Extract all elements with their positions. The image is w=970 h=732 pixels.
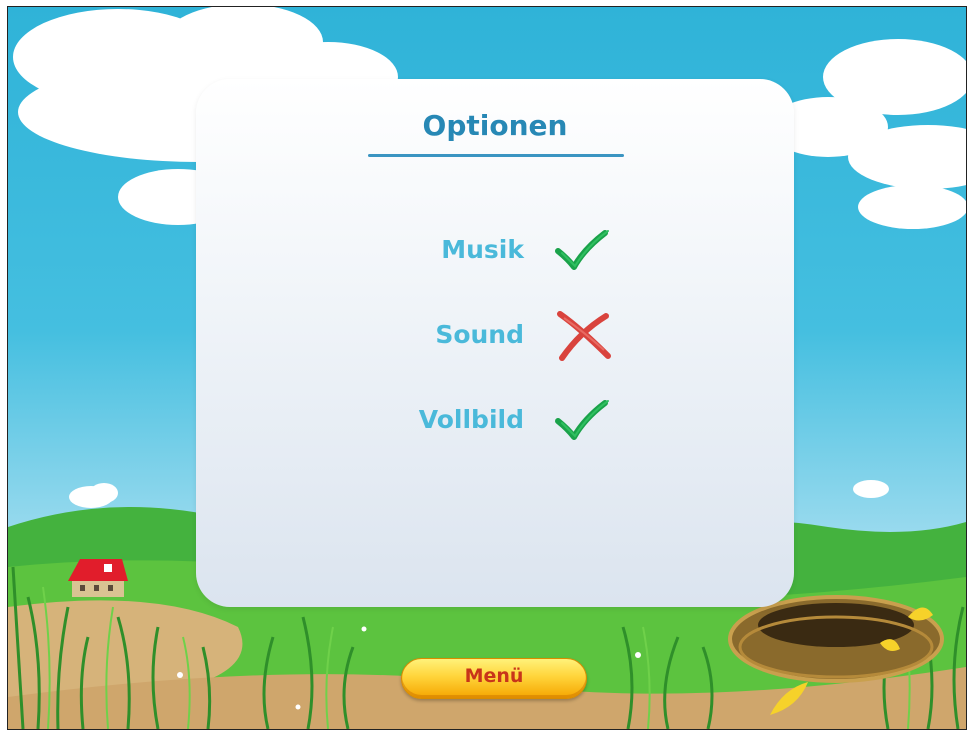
menu-button[interactable]: Menü — [401, 658, 587, 699]
option-row-vollbild: Vollbild — [196, 391, 794, 451]
option-row-sound: Sound — [196, 306, 794, 366]
sound-toggle[interactable] — [550, 306, 620, 366]
title-underline — [368, 154, 624, 157]
option-label-vollbild: Vollbild — [418, 405, 524, 434]
menu-button-label: Menü — [464, 665, 524, 687]
musik-toggle[interactable] — [550, 221, 620, 281]
vollbild-toggle[interactable] — [550, 391, 620, 451]
cross-icon — [557, 311, 611, 361]
option-label-sound: Sound — [435, 320, 524, 349]
checkmark-icon — [555, 230, 609, 270]
option-row-musik: Musik — [196, 221, 794, 281]
options-title: Optionen — [422, 109, 568, 142]
checkmark-icon — [555, 400, 609, 440]
option-label-musik: Musik — [441, 235, 524, 264]
farmhouse — [68, 559, 128, 597]
game-screen: Optionen Musik Sound Vollbild Menü — [7, 6, 967, 730]
options-panel: Optionen Musik Sound Vollbild — [196, 79, 794, 607]
